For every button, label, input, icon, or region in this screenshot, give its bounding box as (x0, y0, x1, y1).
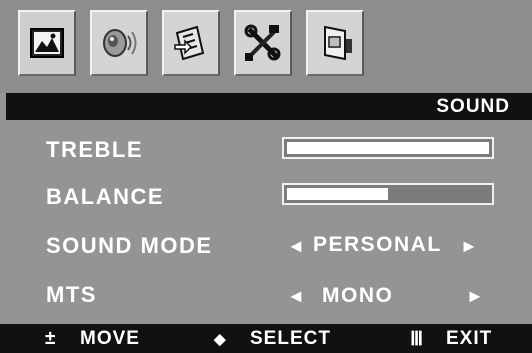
sound-mode-left-arrow-icon[interactable]: ◄ (287, 236, 305, 257)
move-label: MOVE (80, 328, 140, 349)
tab-picture[interactable] (18, 10, 76, 76)
treble-label: TREBLE (46, 137, 143, 162)
footer-bar: ± MOVE ◆ SELECT Ⅲ EXIT (0, 324, 532, 353)
setup-icon (174, 25, 205, 61)
balance-slider[interactable] (282, 183, 494, 205)
balance-slider-fill (287, 188, 388, 200)
tab-tools[interactable] (234, 10, 292, 76)
sound-mode-right-arrow-icon[interactable]: ► (460, 236, 478, 257)
tab-setup[interactable] (162, 10, 220, 76)
select-label: SELECT (250, 328, 331, 349)
input-source-icon (324, 25, 352, 61)
exit-icon: Ⅲ (410, 329, 425, 350)
sound-icon (103, 29, 137, 57)
menu-title: SOUND (436, 96, 510, 117)
menu-title-bar: SOUND (6, 93, 532, 120)
move-icon: ± (45, 328, 57, 349)
osd-sound-menu: SOUND TREBLE BALANCE SOUND MODE ◄ PERSON… (0, 0, 532, 353)
treble-slider-fill (287, 142, 489, 154)
mts-right-arrow-icon[interactable]: ► (466, 286, 484, 307)
mts-value[interactable]: MONO (322, 284, 393, 308)
tab-input-source[interactable] (306, 10, 364, 76)
mts-label: MTS (46, 282, 97, 307)
treble-slider[interactable] (282, 137, 494, 159)
mts-left-arrow-icon[interactable]: ◄ (287, 286, 305, 307)
exit-label: EXIT (446, 328, 493, 349)
menu-tab-bar (0, 0, 532, 93)
select-icon: ◆ (214, 331, 227, 348)
sound-mode-value[interactable]: PERSONAL (313, 233, 442, 257)
tools-icon (244, 24, 281, 61)
sound-mode-label: SOUND MODE (46, 233, 213, 258)
tab-sound[interactable] (90, 10, 148, 76)
balance-label: BALANCE (46, 184, 165, 209)
picture-icon (30, 28, 64, 58)
